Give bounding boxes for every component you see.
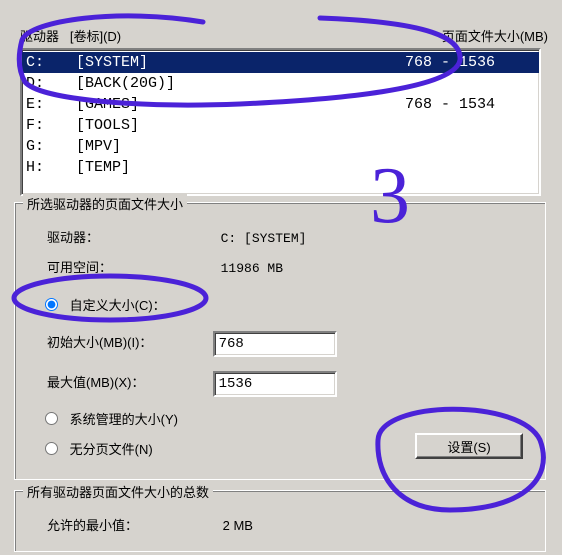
drive-row[interactable]: G:[MPV]	[22, 136, 539, 157]
radio-no-paging-label: 无分页文件(N)	[70, 442, 153, 457]
drive-row[interactable]: F:[TOOLS]	[22, 115, 539, 136]
drive-volume-label: [BACK(20G)]	[76, 73, 365, 94]
radio-system-managed-label: 系统管理的大小(Y)	[70, 412, 178, 427]
drive-letter: G:	[22, 136, 76, 157]
col-drive: 驱动器	[20, 29, 59, 44]
group-total-size-title: 所有驱动器页面文件大小的总数	[23, 482, 213, 501]
drive-paging-size	[365, 115, 535, 136]
drive-volume-label: [SYSTEM]	[76, 52, 365, 73]
group-selected-drive-title: 所选驱动器的页面文件大小	[23, 194, 187, 213]
drive-letter: E:	[22, 94, 76, 115]
radio-custom-size[interactable]	[45, 298, 58, 311]
initial-size-input[interactable]	[213, 331, 337, 357]
drive-row[interactable]: C:[SYSTEM]768 - 1536	[22, 52, 539, 73]
drive-letter: D:	[22, 73, 76, 94]
drive-volume-label: [TEMP]	[76, 157, 365, 178]
group-total-size: 所有驱动器页面文件大小的总数 允许的最小值： 2 MB	[14, 490, 546, 552]
drive-letter: H:	[22, 157, 76, 178]
drive-row[interactable]: D:[BACK(20G)]	[22, 73, 539, 94]
radio-no-paging[interactable]	[45, 442, 58, 455]
drive-row[interactable]: E:[GAMES]768 - 1534	[22, 94, 539, 115]
drive-volume-label: [GAMES]	[76, 94, 365, 115]
drive-paging-size: 768 - 1534	[365, 94, 535, 115]
drive-list-header: 驱动器 [卷标](D) 页面文件大小(MB)	[20, 26, 548, 45]
drive-list[interactable]: C:[SYSTEM]768 - 1536D:[BACK(20G)]E:[GAME…	[20, 48, 541, 196]
col-volume: [卷标]	[70, 29, 103, 44]
drive-paging-size: 768 - 1536	[365, 52, 535, 73]
drive-paging-size	[365, 157, 535, 178]
selected-drive-value: C: [SYSTEM]	[221, 231, 307, 246]
set-button[interactable]: 设置(S)	[415, 433, 523, 459]
selected-drive-label: 驱动器：	[47, 227, 217, 246]
col-volume-key: (D)	[103, 29, 121, 44]
drive-volume-label: [MPV]	[76, 136, 365, 157]
group-selected-drive: 所选驱动器的页面文件大小 驱动器： C: [SYSTEM] 可用空间： 1198…	[14, 202, 546, 480]
min-allowed-value: 2 MB	[223, 518, 253, 533]
min-allowed-label: 允许的最小值：	[47, 515, 219, 534]
radio-custom-size-label: 自定义大小(C)：	[70, 298, 166, 313]
available-space-label: 可用空间：	[47, 257, 217, 276]
drive-letter: F:	[22, 115, 76, 136]
drive-row[interactable]: H:[TEMP]	[22, 157, 539, 178]
available-space-value: 11986 MB	[221, 261, 283, 276]
radio-system-managed[interactable]	[45, 412, 58, 425]
initial-size-label: 初始大小(MB)(I)：	[47, 332, 209, 351]
drive-volume-label: [TOOLS]	[76, 115, 365, 136]
drive-paging-size	[365, 136, 535, 157]
col-size: 页面文件大小(MB)	[442, 26, 548, 45]
max-size-label: 最大值(MB)(X)：	[47, 372, 209, 391]
drive-paging-size	[365, 73, 535, 94]
drive-letter: C:	[22, 52, 76, 73]
max-size-input[interactable]	[213, 371, 337, 397]
